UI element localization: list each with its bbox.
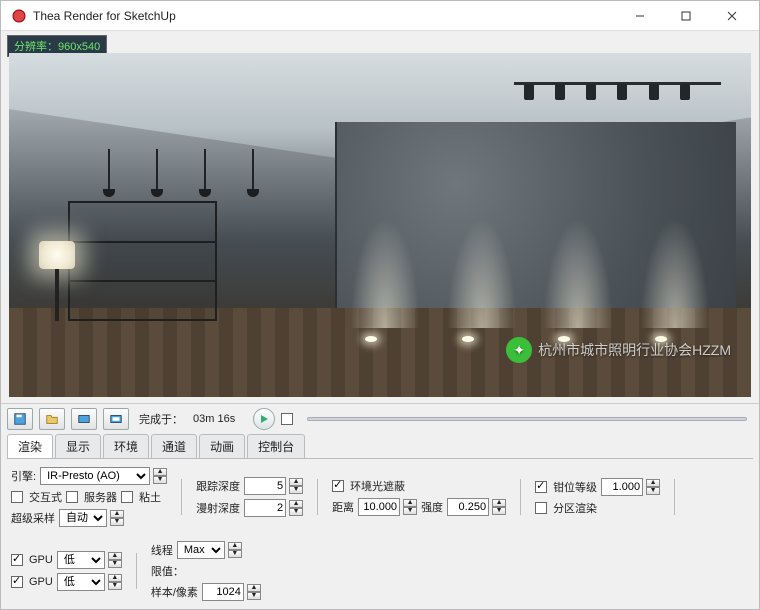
threads-spinner[interactable]: ▲▼ <box>228 542 242 558</box>
tab-animation[interactable]: 动画 <box>199 434 245 458</box>
window-title: Thea Render for SketchUp <box>33 9 617 23</box>
open-image-button[interactable] <box>39 408 65 430</box>
ao-intensity-spinner[interactable]: ▲▼ <box>492 499 506 515</box>
refresh-button[interactable] <box>71 408 97 430</box>
threads-select[interactable]: Max <box>177 541 225 559</box>
tab-bar: 渲染 显示 环境 通道 动画 控制台 <box>7 434 753 459</box>
server-checkbox[interactable] <box>66 491 78 503</box>
progress-slider[interactable] <box>307 417 747 421</box>
gpu1-spinner[interactable]: ▲▼ <box>108 552 122 568</box>
clamp-checkbox[interactable] <box>535 481 547 493</box>
tab-console[interactable]: 控制台 <box>247 434 305 458</box>
gpu1-label: GPU <box>29 554 53 566</box>
engine-select[interactable]: IR-Presto (AO) <box>40 467 150 485</box>
control-panel: 完成于： 03m 16s 渲染 显示 环境 通道 动画 控制台 引擎: IR-P… <box>1 403 759 609</box>
supersampling-label: 超级采样 <box>11 510 55 526</box>
gpu1-priority-select[interactable]: 低 <box>57 551 105 569</box>
render-viewport[interactable]: ✦ 杭州市城市照明行业协会HZZM <box>9 53 751 397</box>
tab-display[interactable]: 显示 <box>55 434 101 458</box>
save-image-button[interactable] <box>7 408 33 430</box>
minimize-button[interactable] <box>617 1 663 31</box>
ao-intensity-input[interactable] <box>447 498 489 516</box>
watermark: ✦ 杭州市城市照明行业协会HZZM <box>506 337 731 363</box>
play-button[interactable] <box>253 408 275 430</box>
titlebar: Thea Render for SketchUp <box>1 1 759 31</box>
gpu1-checkbox[interactable] <box>11 554 23 566</box>
app-icon <box>11 8 27 24</box>
threads-label: 线程 <box>151 542 173 558</box>
region-label: 分区渲染 <box>553 500 597 516</box>
clamp-spinner[interactable]: ▲▼ <box>646 479 660 495</box>
ao-distance-label: 距离 <box>332 499 354 515</box>
samples-input[interactable] <box>202 583 244 601</box>
loop-checkbox[interactable] <box>281 413 293 425</box>
close-button[interactable] <box>709 1 755 31</box>
gpu2-checkbox[interactable] <box>11 576 23 588</box>
ao-distance-spinner[interactable]: ▲▼ <box>403 499 417 515</box>
tab-render[interactable]: 渲染 <box>7 434 53 458</box>
limit-label: 限值： <box>151 563 184 579</box>
clay-checkbox[interactable] <box>121 491 133 503</box>
engine-spinner[interactable]: ▲▼ <box>153 468 167 484</box>
watermark-text: 杭州市城市照明行业协会HZZM <box>538 340 731 360</box>
ao-label: 环境光遮蔽 <box>350 478 405 494</box>
viewport-area: 分辨率：960x540 ✦ 杭州市城市照明行业协会HZZM <box>1 31 759 403</box>
tracing-depth-input[interactable] <box>244 477 286 495</box>
gpu2-label: GPU <box>29 576 53 588</box>
tab-environment[interactable]: 环境 <box>103 434 149 458</box>
interactive-checkbox[interactable] <box>11 491 23 503</box>
ao-distance-input[interactable] <box>358 498 400 516</box>
interactive-label: 交互式 <box>29 489 62 505</box>
samples-label: 样本/像素 <box>151 584 198 600</box>
region-checkbox[interactable] <box>535 502 547 514</box>
wechat-icon: ✦ <box>506 337 532 363</box>
engine-label: 引擎: <box>11 468 36 484</box>
ao-checkbox[interactable] <box>332 480 344 492</box>
supersampling-select[interactable]: 自动 <box>59 509 107 527</box>
gpu2-spinner[interactable]: ▲▼ <box>108 574 122 590</box>
samples-spinner[interactable]: ▲▼ <box>247 584 261 600</box>
resolution-label: 分辨率： <box>14 41 58 53</box>
ao-intensity-label: 强度 <box>421 499 443 515</box>
status-elapsed: 03m 16s <box>193 413 235 425</box>
diffuse-depth-input[interactable] <box>244 499 286 517</box>
clamp-input[interactable] <box>601 478 643 496</box>
maximize-button[interactable] <box>663 1 709 31</box>
clamp-label: 钳位等级 <box>553 479 597 495</box>
tracing-depth-label: 跟踪深度 <box>196 478 240 494</box>
tab-channels[interactable]: 通道 <box>151 434 197 458</box>
diffuse-depth-spinner[interactable]: ▲▼ <box>289 500 303 516</box>
status-done-label: 完成于： <box>139 411 183 427</box>
clay-label: 粘土 <box>139 489 161 505</box>
gpu2-priority-select[interactable]: 低 <box>57 573 105 591</box>
supersampling-spinner[interactable]: ▲▼ <box>110 510 124 526</box>
server-label: 服务器 <box>84 489 117 505</box>
resolution-value: 960x540 <box>58 41 100 53</box>
diffuse-depth-label: 漫射深度 <box>196 500 240 516</box>
fit-button[interactable] <box>103 408 129 430</box>
tracing-depth-spinner[interactable]: ▲▼ <box>289 478 303 494</box>
